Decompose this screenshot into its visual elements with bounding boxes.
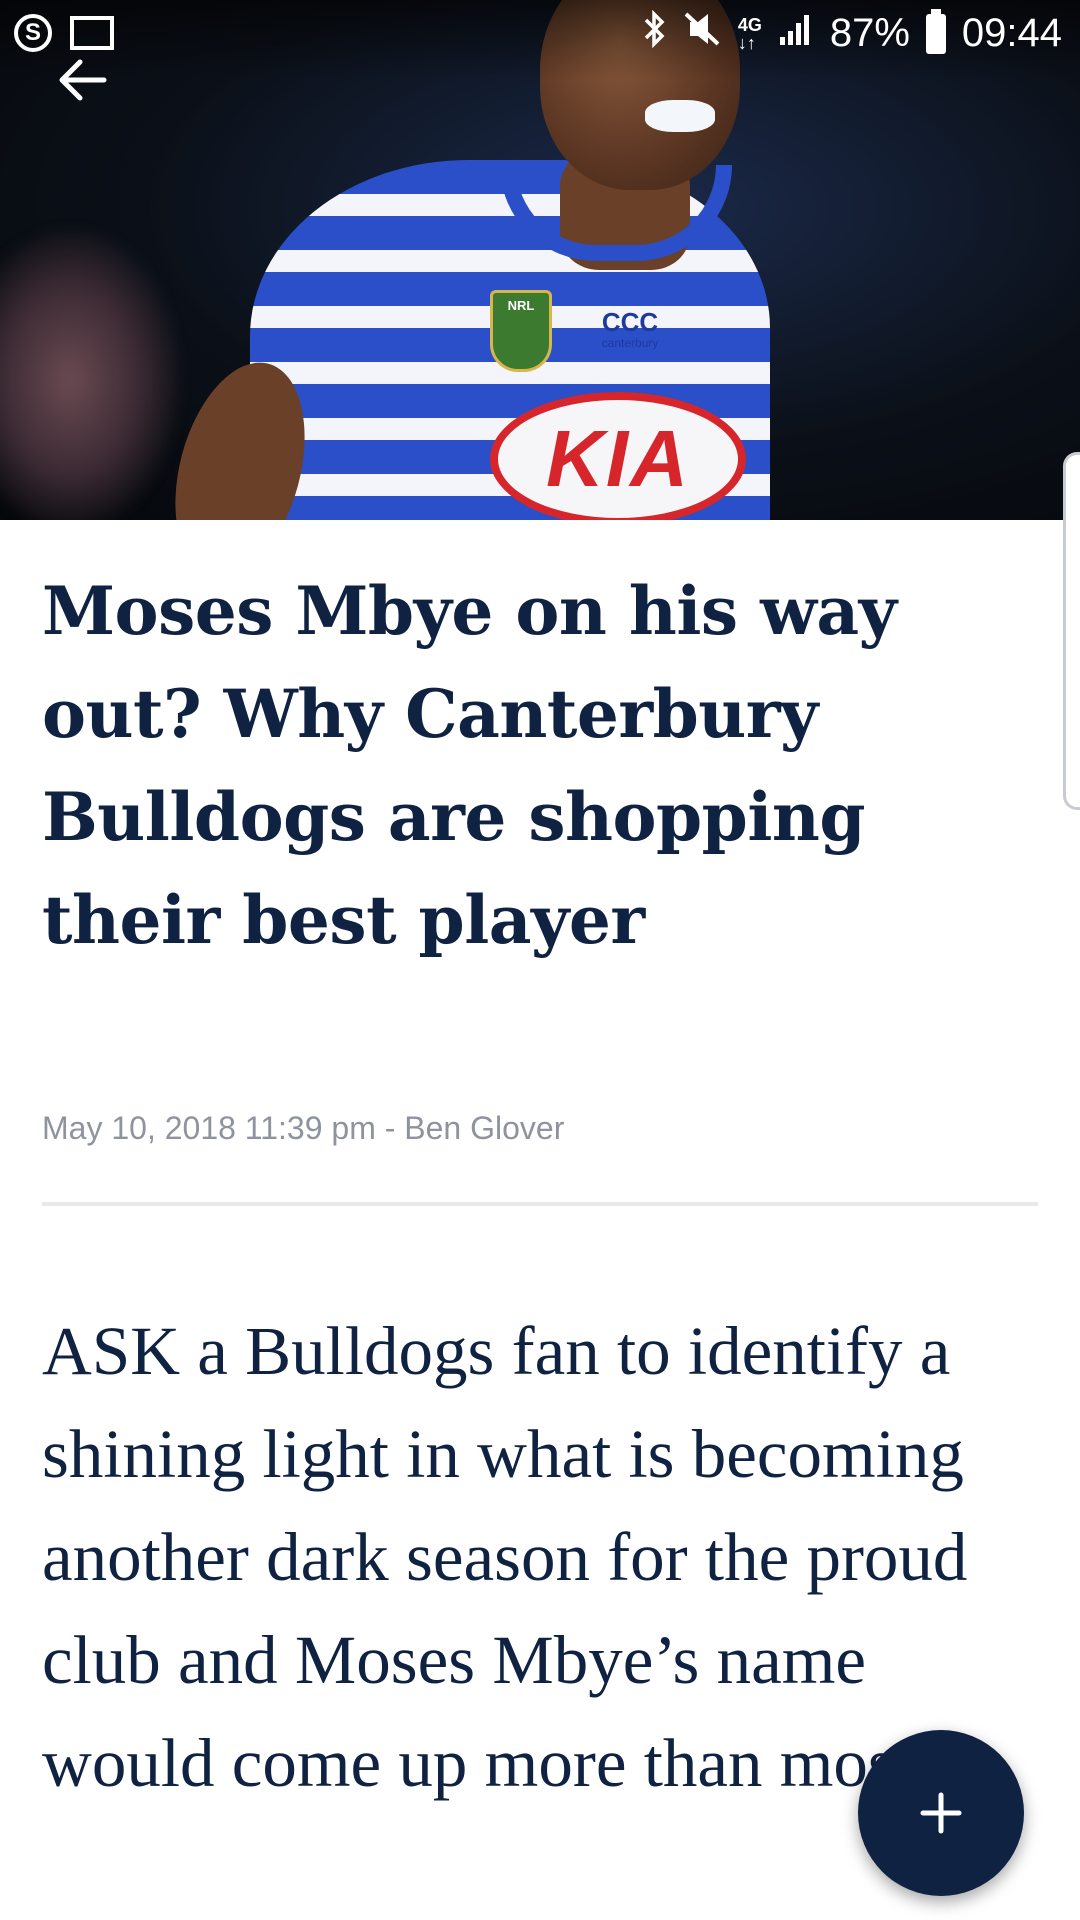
meta-separator: - xyxy=(375,1110,405,1146)
system-icons: 4G ↓↑ 87% 09:44 xyxy=(642,8,1062,57)
plus-icon xyxy=(920,1792,962,1834)
background-player xyxy=(0,230,180,520)
scroll-handle[interactable] xyxy=(1063,452,1080,810)
article-body: ASK a Bulldogs fan to identify a shining… xyxy=(42,1313,968,1801)
article-author[interactable]: Ben Glover xyxy=(404,1110,564,1146)
mute-icon xyxy=(682,10,722,57)
status-bar: S 4G ↓↑ 87% 09:44 xyxy=(0,0,1080,70)
back-button[interactable] xyxy=(50,48,114,112)
clock: 09:44 xyxy=(961,11,1062,55)
s-app-icon: S xyxy=(14,14,52,52)
article-meta: May 10, 2018 11:39 pm - Ben Glover xyxy=(42,1110,564,1147)
mouthguard xyxy=(645,100,715,132)
gmail-icon xyxy=(70,16,114,50)
kia-sponsor-logo: KIA xyxy=(490,392,746,520)
notification-icons: S xyxy=(14,14,114,52)
article-header: Moses Mbye on his way out? Why Canterbur… xyxy=(42,560,1042,972)
hero-image: NRL CCC canterbury KIA xyxy=(0,0,1080,520)
signal-icon xyxy=(778,11,814,57)
battery-percent: 87% xyxy=(829,11,910,55)
article-headline: Moses Mbye on his way out? Why Canterbur… xyxy=(42,572,897,959)
nrl-badge: NRL xyxy=(490,290,552,372)
canterbury-logo: CCC canterbury xyxy=(601,307,659,350)
divider xyxy=(42,1202,1038,1206)
article-date: May 10, 2018 11:39 pm xyxy=(42,1110,376,1146)
network-type: 4G ↓↑ xyxy=(737,14,762,53)
bluetooth-icon xyxy=(642,9,666,57)
arrow-left-icon xyxy=(59,59,107,101)
battery-icon xyxy=(925,8,946,54)
add-button[interactable] xyxy=(858,1730,1024,1896)
canterbury-logo-text: canterbury xyxy=(601,336,659,350)
